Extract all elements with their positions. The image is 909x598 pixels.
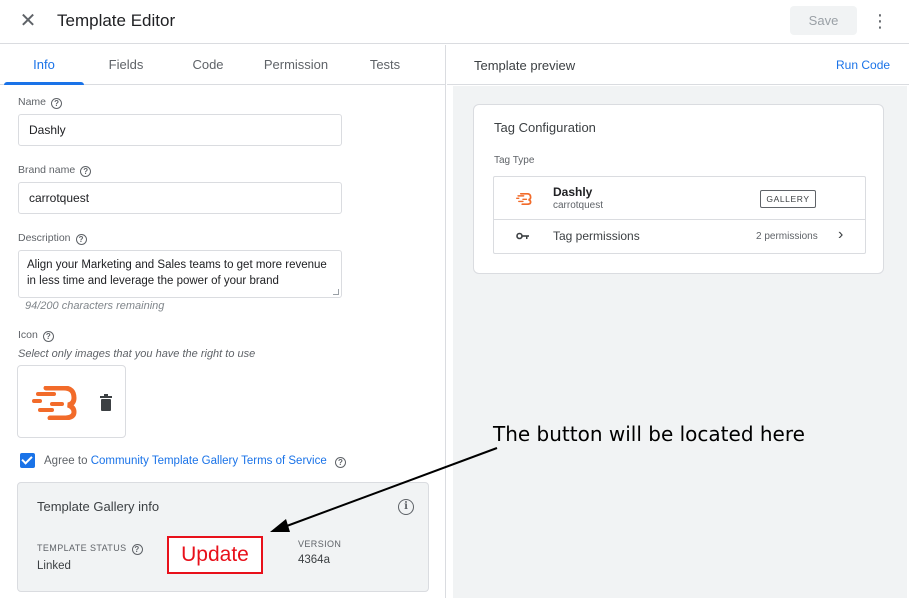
chars-remaining: 94/200 characters remaining: [25, 300, 165, 312]
name-label-text: Name: [18, 96, 47, 108]
template-preview-panel: Template preview Run Code Tag Configurat…: [447, 45, 909, 598]
save-button[interactable]: Save: [790, 6, 857, 35]
preview-body: Tag Configuration Tag Type Dashly carrot…: [453, 86, 907, 598]
gallery-info-title: Template Gallery info: [37, 499, 160, 514]
annotation-text: The button will be located here: [493, 422, 805, 446]
icon-preview[interactable]: [17, 365, 126, 438]
template-info-panel: Info Fields Code Permission Tests Name? …: [0, 45, 446, 598]
tab-fields[interactable]: Fields: [86, 45, 166, 85]
help-icon[interactable]: ?: [334, 457, 346, 468]
tab-tests[interactable]: Tests: [345, 45, 425, 85]
active-tab-indicator: [4, 82, 84, 85]
agree-prefix: Agree to: [44, 455, 88, 467]
permissions-count: 2 permissions: [756, 231, 818, 242]
tag-permissions-label: Tag permissions: [553, 229, 640, 243]
template-status-label-text: TEMPLATE STATUS: [37, 543, 127, 553]
close-icon[interactable]: ✕: [16, 9, 40, 33]
app-header: ✕ Template Editor Save ⋮: [0, 0, 909, 44]
tag-configuration-title: Tag Configuration: [494, 120, 596, 135]
preview-title: Template preview: [474, 58, 576, 73]
template-status-value: Linked: [37, 560, 71, 572]
agree-checkbox[interactable]: [20, 453, 35, 468]
tag-type-label: Tag Type: [494, 155, 535, 166]
tab-info[interactable]: Info: [4, 45, 84, 85]
tab-permission[interactable]: Permission: [254, 45, 338, 85]
update-button[interactable]: Update: [167, 536, 263, 574]
name-label: Name?: [18, 96, 63, 109]
info-icon[interactable]: i: [398, 499, 414, 515]
description-label-text: Description: [18, 232, 71, 244]
run-code-button[interactable]: Run Code: [836, 58, 890, 72]
tag-name: Dashly: [553, 185, 593, 199]
template-status-label: TEMPLATE STATUS?: [37, 543, 143, 555]
dashly-logo-icon: [516, 193, 532, 205]
tag-configuration-card: Tag Configuration Tag Type Dashly carrot…: [473, 104, 884, 274]
icon-label: Icon?: [18, 329, 54, 342]
terms-link[interactable]: Community Template Gallery Terms of Serv…: [91, 455, 327, 467]
help-icon[interactable]: ?: [80, 166, 92, 177]
preview-header: Template preview Run Code: [447, 45, 909, 85]
chevron-right-icon[interactable]: ›: [838, 226, 843, 244]
description-textarea[interactable]: Align your Marketing and Sales teams to …: [18, 250, 342, 298]
icon-hint: Select only images that you have the rig…: [18, 348, 256, 360]
more-vert-icon[interactable]: ⋮: [870, 10, 890, 32]
tag-type-row[interactable]: Dashly carrotquest GALLERY: [494, 177, 865, 220]
dashly-logo-icon: [32, 386, 77, 420]
description-label: Description?: [18, 232, 87, 245]
help-icon[interactable]: ?: [131, 544, 143, 555]
page-title: Template Editor: [57, 11, 176, 30]
brand-name-label: Brand name?: [18, 164, 92, 177]
brand-name-input[interactable]: carrotquest: [18, 182, 342, 214]
tag-type-table: Dashly carrotquest GALLERY Tag permissio…: [493, 176, 866, 254]
delete-icon[interactable]: [98, 394, 114, 412]
tag-permissions-row[interactable]: Tag permissions 2 permissions ›: [494, 220, 865, 253]
gallery-badge: GALLERY: [760, 190, 816, 208]
tab-bar: Info Fields Code Permission Tests: [0, 45, 445, 85]
help-icon[interactable]: ?: [75, 234, 87, 245]
brand-name-label-text: Brand name: [18, 164, 76, 176]
resize-handle[interactable]: [333, 289, 339, 295]
help-icon[interactable]: ?: [51, 98, 63, 109]
version-label: VERSION: [298, 539, 342, 549]
tab-code[interactable]: Code: [168, 45, 248, 85]
key-icon: [516, 232, 529, 240]
name-input[interactable]: Dashly: [18, 114, 342, 146]
agree-terms: Agree to Community Template Gallery Term…: [44, 455, 346, 468]
tag-brand: carrotquest: [553, 200, 604, 211]
template-gallery-info-card: Template Gallery info i TEMPLATE STATUS?…: [17, 482, 429, 592]
trash-icon: [100, 394, 112, 411]
help-icon[interactable]: ?: [42, 331, 54, 342]
icon-label-text: Icon: [18, 329, 38, 341]
description-text: Align your Marketing and Sales teams to …: [27, 259, 327, 287]
version-value: 4364a: [298, 554, 330, 566]
